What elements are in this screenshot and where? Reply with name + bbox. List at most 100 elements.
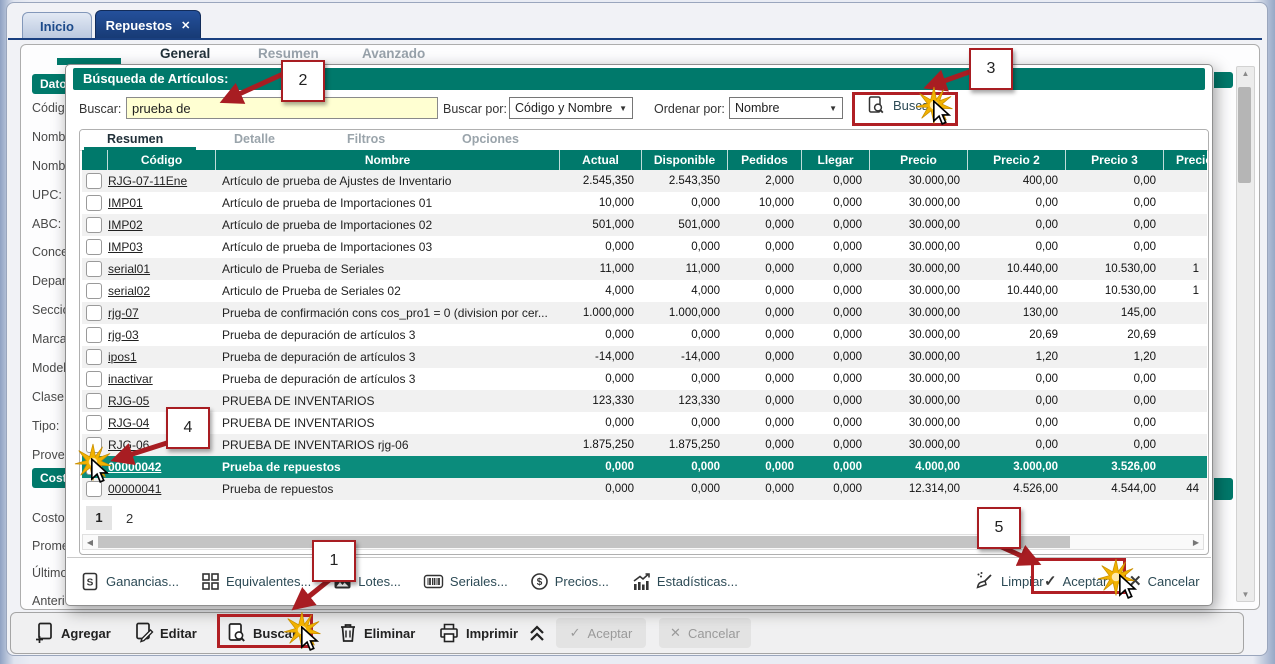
table-row[interactable]: rjg-07 Prueba de confirmación cons cos_p… [82,302,1207,324]
table-row[interactable]: ipos1 Prueba de depuración de artículos … [82,346,1207,368]
table-row[interactable]: IMP01 Artículo de prueba de Importacione… [82,192,1207,214]
row-checkbox[interactable] [86,305,102,321]
column-header-precio3[interactable]: Precio 3 [1066,150,1164,170]
code-link[interactable]: 00000041 [108,482,161,496]
lotes-label: Lotes... [358,574,401,589]
row-precio3-cell: 3.526,00 [1066,461,1164,473]
column-header-pedidos[interactable]: Pedidos [728,150,802,170]
column-header-nombre[interactable]: Nombre [216,150,560,170]
code-link[interactable]: RJG-07-11Ene [108,174,187,188]
row-check-cell [82,216,108,234]
row-checkbox[interactable] [86,415,102,431]
equivalentes-button[interactable]: Equivalentes... [201,572,311,591]
tab-inicio[interactable]: Inicio [22,12,92,39]
tab-detalle[interactable]: Detalle [234,132,275,146]
column-header-llegar[interactable]: Llegar [802,150,870,170]
column-header-precio4[interactable]: Precio 4 [1164,150,1207,170]
row-checkbox[interactable] [86,239,102,255]
row-llegar-cell: 0,000 [802,351,870,363]
code-link[interactable]: IMP01 [108,196,143,210]
precios-button[interactable]: $ Precios... [530,572,609,591]
row-checkbox[interactable] [86,173,102,189]
row-checkbox[interactable] [86,371,102,387]
scroll-left-icon[interactable]: ◀ [83,535,97,549]
scroll-down-icon[interactable]: ▼ [1237,590,1254,599]
collapse-toolbar-icon[interactable] [526,618,548,648]
row-checkbox[interactable] [86,437,102,453]
tab-filtros[interactable]: Filtros [347,132,385,146]
row-checkbox[interactable] [86,459,102,475]
code-link[interactable]: RJG-05 [108,394,149,408]
column-header-precio[interactable]: Precio [870,150,968,170]
cancelar-button-disabled[interactable]: ✕ Cancelar [659,618,751,648]
buscar-por-select[interactable]: Código y Nombre ▼ [509,97,633,119]
code-link[interactable]: rjg-07 [108,306,139,320]
close-tab-icon[interactable]: ✕ [181,19,190,32]
page-2[interactable]: 2 [126,511,133,526]
column-header-actual[interactable]: Actual [560,150,642,170]
editar-button[interactable]: Editar [133,618,197,648]
scroll-up-icon[interactable]: ▲ [1237,69,1254,78]
imprimir-button[interactable]: Imprimir [438,618,518,648]
table-row[interactable]: IMP03 Artículo de prueba de Importacione… [82,236,1207,258]
estadisticas-button[interactable]: Estadísticas... [631,572,738,591]
ganancias-button[interactable]: S Ganancias... [81,572,179,591]
table-row[interactable]: 00000041 Prueba de repuestos 0,000 0,000… [82,478,1207,500]
form-vertical-scrollbar[interactable]: ▲ ▼ [1236,66,1255,602]
row-name-cell: Artículo de prueba de Ajustes de Inventa… [216,174,560,188]
agregar-button[interactable]: Agregar [34,618,111,648]
table-row[interactable]: serial02 Articulo de Prueba de Seriales … [82,280,1207,302]
code-link[interactable]: 00000042 [108,460,161,474]
table-row[interactable]: serial01 Articulo de Prueba de Seriales … [82,258,1207,280]
code-link[interactable]: RJG-04 [108,416,149,430]
form-tab-avanzado[interactable]: Avanzado [362,46,425,61]
dialog-cancelar-button[interactable]: ✕ Cancelar [1129,558,1200,604]
column-header-disponible[interactable]: Disponible [642,150,728,170]
column-header-precio2[interactable]: Precio 2 [968,150,1066,170]
tab-opciones[interactable]: Opciones [462,132,519,146]
table-row[interactable]: rjg-03 Prueba de depuración de artículos… [82,324,1207,346]
table-row[interactable]: inactivar Prueba de depuración de artícu… [82,368,1207,390]
row-precio-cell: 30.000,00 [870,329,968,341]
row-checkbox[interactable] [86,283,102,299]
code-link[interactable]: serial02 [108,284,150,298]
code-link[interactable]: ipos1 [108,350,137,364]
code-link[interactable]: IMP02 [108,218,143,232]
ordenar-por-select[interactable]: Nombre ▼ [729,97,843,119]
tab-repuestos[interactable]: Repuestos ✕ [95,10,201,39]
table-row[interactable]: IMP02 Artículo de prueba de Importacione… [82,214,1207,236]
code-link[interactable]: inactivar [108,372,153,386]
table-row[interactable]: RJG-07-11Ene Artículo de prueba de Ajust… [82,170,1207,192]
row-precio-cell: 30.000,00 [870,219,968,231]
row-checkbox[interactable] [86,393,102,409]
row-checkbox[interactable] [86,261,102,277]
table-row[interactable]: 00000042 Prueba de repuestos 0,000 0,000… [82,456,1207,478]
column-header-codigo[interactable]: Código [108,150,216,170]
aceptar-button-disabled[interactable]: ✓ Aceptar [556,618,646,648]
table-horizontal-scrollbar[interactable]: ◀ ▶ [82,534,1204,550]
row-checkbox[interactable] [86,349,102,365]
scrollbar-thumb[interactable] [98,536,1070,548]
table-row[interactable]: RJG-06 PRUEBA DE INVENTARIOS rjg-06 1.87… [82,434,1207,456]
code-link[interactable]: RJG-06 [108,438,149,452]
row-checkbox[interactable] [86,481,102,497]
form-tab-general[interactable]: General [160,46,210,61]
scrollbar-thumb[interactable] [1238,87,1251,183]
code-link[interactable]: IMP03 [108,240,143,254]
eliminar-button[interactable]: Eliminar [338,618,415,648]
code-link[interactable]: rjg-03 [108,328,139,342]
row-llegar-cell: 0,000 [802,263,870,275]
row-checkbox[interactable] [86,195,102,211]
row-actual-cell: 4,000 [560,285,642,297]
highlight-dialog-aceptar [1031,558,1126,594]
seriales-button[interactable]: Seriales... [423,572,508,591]
table-row[interactable]: RJG-05 PRUEBA DE INVENTARIOS 123,330 123… [82,390,1207,412]
scroll-right-icon[interactable]: ▶ [1189,535,1203,549]
tab-resumen[interactable]: Resumen [107,132,163,146]
page-1[interactable]: 1 [86,506,112,530]
row-checkbox[interactable] [86,217,102,233]
form-tab-resumen[interactable]: Resumen [258,46,319,61]
code-link[interactable]: serial01 [108,262,150,276]
table-row[interactable]: RJG-04 PRUEBA DE INVENTARIOS 0,000 0,000… [82,412,1207,434]
row-checkbox[interactable] [86,327,102,343]
